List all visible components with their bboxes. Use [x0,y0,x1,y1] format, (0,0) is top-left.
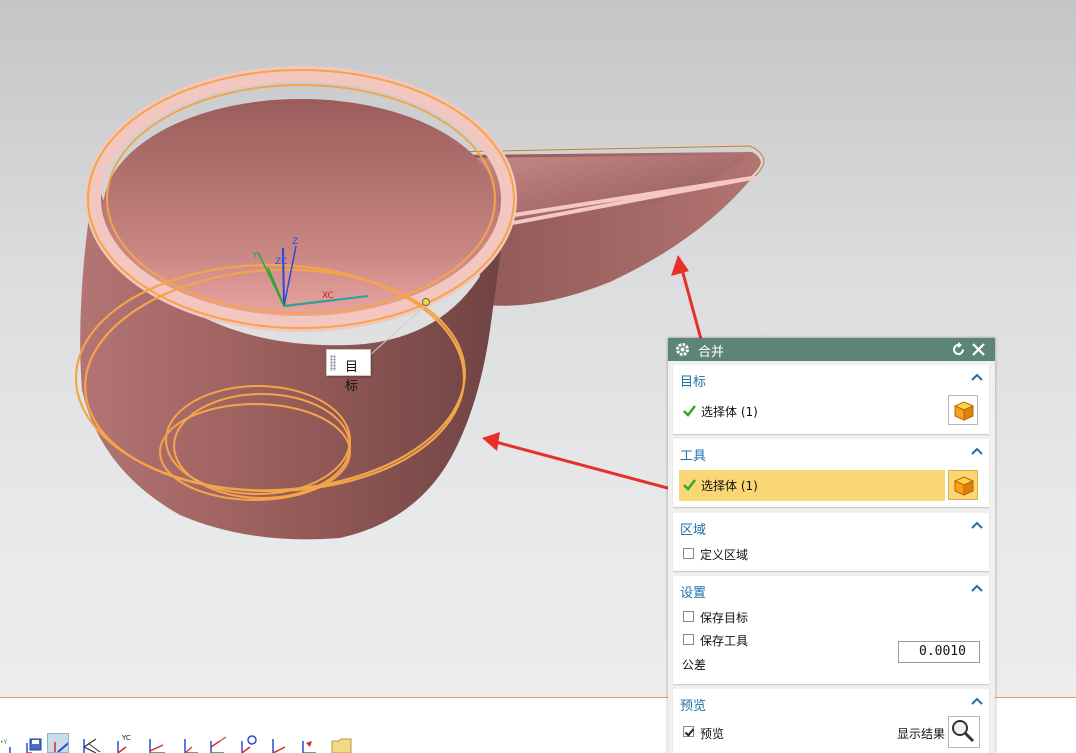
folder-icon[interactable] [330,733,352,753]
magnifier-icon [952,720,975,743]
tool-select-body-label[interactable]: 选择体 (1) [701,477,758,494]
wcs-origin-icon[interactable] [80,733,102,753]
section-target: 目标 选择体 (1) [673,365,989,434]
tooltip-text: 目标 [345,360,359,394]
preview-label: 预览 [700,727,725,741]
wcs-point-icon[interactable] [267,733,289,753]
wcs-dynamic-icon[interactable] [47,733,69,753]
wcs-orient-icon[interactable]: •Y [0,733,22,753]
chevron-up-icon[interactable] [971,584,983,592]
show-result-label: 显示结果 [897,727,946,741]
wcs-z-icon[interactable] [206,733,228,753]
section-tool-header[interactable]: 工具 [680,445,706,464]
wcs-x-icon[interactable] [145,733,167,753]
tolerance-label: 公差 [682,658,707,672]
wcs-y-icon[interactable] [178,733,200,753]
close-icon[interactable] [971,342,986,357]
show-result-button[interactable] [948,716,980,748]
svg-text:•Y: •Y [0,739,8,746]
wcs-axis-icon[interactable] [236,733,258,753]
rotate-wcs-icon[interactable]: YC [112,733,134,753]
chevron-up-icon[interactable] [971,447,983,455]
union-dialog: 合并 目标 选择体 (1) 工具 选择体 (1) 区域 定义区域 设置 保存目标… [668,338,995,753]
keep-tool-label: 保存工具 [700,634,749,648]
dialog-titlebar[interactable]: 合并 [668,338,995,361]
section-target-header[interactable]: 目标 [680,371,706,390]
triad-z-label: Z [292,237,298,247]
triad-y-label: Y [251,251,258,261]
triad-xc-label: XC [322,291,334,301]
keep-target-checkbox[interactable] [683,611,694,622]
save-wcs-icon[interactable] [22,733,44,753]
gear-icon[interactable] [674,341,691,358]
solid-body-icon [953,401,975,421]
target-select-body-label[interactable]: 选择体 (1) [701,403,758,420]
toolbar-yc-label: YC [121,734,131,742]
chevron-up-icon[interactable] [971,521,983,529]
triad-zc-label: ZC [275,257,287,267]
chevron-up-icon[interactable] [971,697,983,705]
target-tooltip: 目标 [326,349,371,394]
tool-select-body-button[interactable] [948,470,978,500]
define-region-checkbox[interactable] [683,548,694,559]
pick-point [422,298,430,306]
define-region-label: 定义区域 [700,548,749,562]
solid-body-icon [953,476,975,496]
dialog-title: 合并 [698,345,725,360]
check-icon [683,405,696,417]
preview-checkbox[interactable] [683,726,694,737]
section-preview-header[interactable]: 预览 [680,695,706,714]
tolerance-input[interactable]: 0.0010 [898,641,980,663]
tooltip-grip [330,355,336,371]
section-settings-header[interactable]: 设置 [680,582,706,601]
section-settings: 设置 保存目标 保存工具 公差 0.0010 [673,576,989,684]
chevron-up-icon[interactable] [971,373,983,381]
section-region: 区域 定义区域 [673,513,989,571]
reset-icon[interactable] [951,342,966,357]
section-region-header[interactable]: 区域 [680,519,706,538]
section-preview: 预览 预览 显示结果 [673,689,989,753]
keep-target-label: 保存目标 [700,611,749,625]
wcs-vector-icon[interactable] [298,733,320,753]
keep-tool-checkbox[interactable] [683,634,694,645]
target-select-body-button[interactable] [948,395,978,425]
check-icon [683,479,696,491]
section-tool: 工具 选择体 (1) [673,439,989,507]
